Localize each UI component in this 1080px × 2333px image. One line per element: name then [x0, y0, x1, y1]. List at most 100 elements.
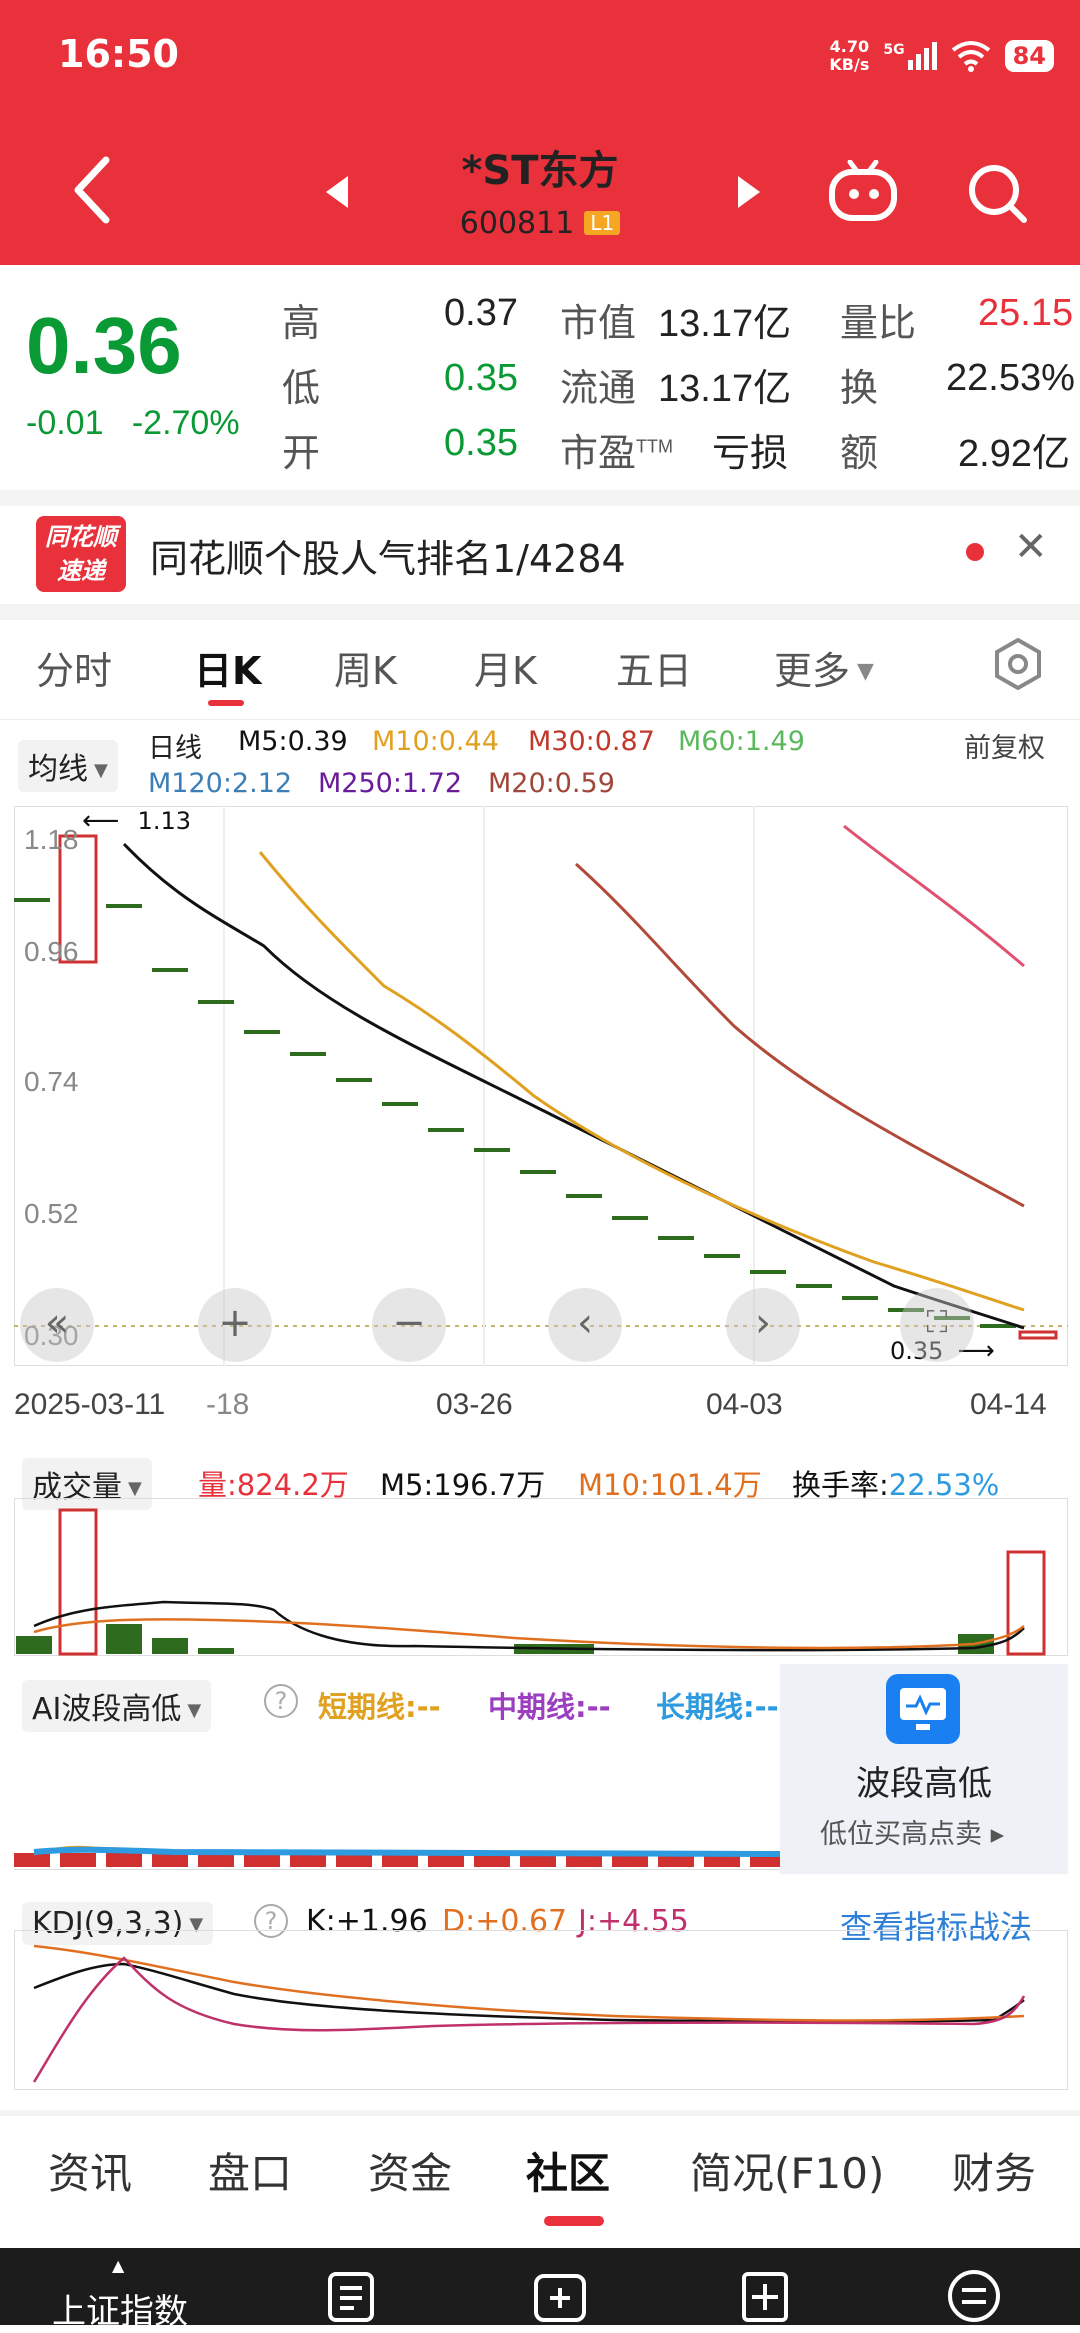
divider: [0, 2110, 1080, 2116]
tab-more[interactable]: 更多 ▼: [774, 640, 874, 695]
mktcap-label: 市值: [560, 303, 637, 345]
signal-icon: 5G: [883, 42, 937, 70]
assistant-robot-icon[interactable]: [826, 160, 900, 222]
max-price-marker: ⟵ 1.13: [82, 806, 191, 836]
tab-monthly-k[interactable]: 月K: [474, 640, 537, 695]
adjust-mode[interactable]: 前复权: [964, 726, 1045, 765]
amount-label: 额: [840, 433, 879, 475]
status-icons: 4.70 KB/s 5G 84: [829, 34, 1054, 78]
price-change-row: -0.01 -2.70%: [26, 404, 240, 443]
volume-svg: [16, 1508, 1046, 1656]
ma120-label: M120:2.12: [148, 768, 293, 799]
scroll-right-icon[interactable]: ›: [726, 1288, 800, 1362]
expand-up-icon[interactable]: ▲: [112, 2256, 124, 2275]
pe-value: 亏损: [712, 433, 789, 475]
ma10-label: M10:0.44: [372, 726, 499, 757]
tab-intraday[interactable]: 分时: [36, 640, 112, 695]
x-tick: 2025-03-11: [14, 1388, 166, 1421]
divider: [0, 490, 1080, 506]
last-price: 0.36: [26, 301, 182, 390]
stock-code-row: 600811 L1: [0, 206, 1080, 241]
ma250-label: M250:1.72: [318, 768, 463, 799]
tab-five-day[interactable]: 五日: [616, 640, 692, 695]
minus-icon[interactable]: −: [372, 1288, 446, 1362]
candle: [1018, 1330, 1058, 1340]
chart-settings-icon[interactable]: [990, 636, 1046, 692]
y-tick: 0.52: [24, 1198, 79, 1229]
high-value: 0.37: [444, 292, 518, 334]
ma-period: 日线: [148, 733, 202, 764]
ai-promo-subtitle: 低位买高点卖 ▸: [820, 1819, 1005, 1850]
wifi-icon: [951, 41, 990, 72]
ma5-label: M5:0.39: [238, 726, 348, 757]
wave-monitor-icon: [886, 1674, 960, 1744]
period-tabs: [0, 620, 1080, 720]
volume-ratio-label: 量比: [840, 303, 917, 345]
ma20-label: M20:0.59: [488, 768, 615, 799]
tab-weekly-k[interactable]: 周K: [334, 640, 397, 695]
price-change-pct: -2.70%: [131, 404, 240, 442]
x-tick: 03-26: [436, 1388, 513, 1421]
divider: [0, 604, 1080, 620]
ma30-line: [574, 862, 1025, 1208]
add-icon[interactable]: [740, 2270, 790, 2322]
low-value: 0.35: [444, 357, 518, 399]
tab-community[interactable]: 社区: [526, 2140, 610, 2201]
add-watchlist-icon[interactable]: [530, 2268, 590, 2322]
tab-daily-k[interactable]: 日K: [194, 640, 261, 695]
next-stock-icon[interactable]: [732, 172, 766, 212]
stock-code: 600811: [459, 206, 575, 241]
kdj-svg: [32, 1944, 1026, 2083]
tab-f10[interactable]: 简况(F10): [690, 2140, 884, 2201]
close-icon[interactable]: ✕: [1014, 524, 1048, 570]
y-tick: 0.74: [24, 1066, 79, 1097]
level-badge: L1: [584, 211, 621, 235]
kline-svg: [14, 806, 1068, 1366]
amount-value: 2.92亿: [958, 433, 1070, 475]
notes-icon[interactable]: [326, 2270, 376, 2322]
ths-express-logo: 同花顺 速递: [36, 516, 126, 592]
float-value: 13.17亿: [658, 368, 792, 410]
help-icon[interactable]: ?: [264, 1684, 298, 1718]
ai-promo-title: 波段高低: [856, 1764, 992, 1804]
search-icon[interactable]: [964, 160, 1030, 226]
price-change: -0.01: [26, 404, 104, 442]
status-time: 16:50: [58, 32, 179, 76]
ma-dropdown[interactable]: 均线 ▼: [18, 740, 118, 792]
y-tick: 0.96: [24, 936, 79, 967]
x-tick: -18: [206, 1388, 250, 1421]
ma10-line: [258, 851, 1025, 1312]
active-tab-indicator: [208, 700, 244, 706]
tab-order-book[interactable]: 盘口: [208, 2140, 292, 2201]
tab-finance[interactable]: 财务: [952, 2140, 1036, 2201]
float-label: 流通: [560, 368, 637, 410]
turnover-label: 换: [840, 368, 879, 410]
ma60-label: M60:1.49: [678, 726, 805, 757]
open-value: 0.35: [444, 422, 518, 464]
mktcap-value: 13.17亿: [658, 303, 792, 345]
x-tick: 04-03: [706, 1388, 783, 1421]
zoom-out-icon[interactable]: «: [20, 1288, 94, 1362]
y-tick: 1.18: [24, 824, 79, 855]
tab-capital-flow[interactable]: 资金: [368, 2140, 452, 2201]
open-label: 开: [282, 433, 321, 475]
high-label: 高: [282, 303, 321, 345]
stock-name: *ST东方: [461, 148, 619, 194]
net-speed: 4.70 KB/s: [829, 37, 870, 74]
unread-dot: [966, 543, 984, 561]
zoom-in-icon[interactable]: +: [198, 1288, 272, 1362]
scroll-left-icon[interactable]: ‹: [548, 1288, 622, 1362]
x-tick: 04-14: [970, 1388, 1047, 1421]
news-text[interactable]: 同花顺个股人气排名1/4284: [150, 528, 626, 583]
ma30-label: M30:0.87: [528, 726, 655, 757]
index-ticker[interactable]: 上证指数: [52, 2284, 188, 2333]
menu-icon[interactable]: [946, 2268, 1002, 2324]
pe-label: 市盈TTM: [560, 433, 673, 475]
tab-news[interactable]: 资讯: [48, 2140, 132, 2201]
fullscreen-icon[interactable]: ⛶: [900, 1288, 974, 1362]
battery-indicator: 84: [1004, 40, 1054, 72]
ai-wave-svg: [14, 1845, 780, 1867]
ma20-line: [843, 824, 1025, 968]
active-tab-indicator: [544, 2216, 604, 2226]
turnover-value: 22.53%: [946, 357, 1075, 399]
